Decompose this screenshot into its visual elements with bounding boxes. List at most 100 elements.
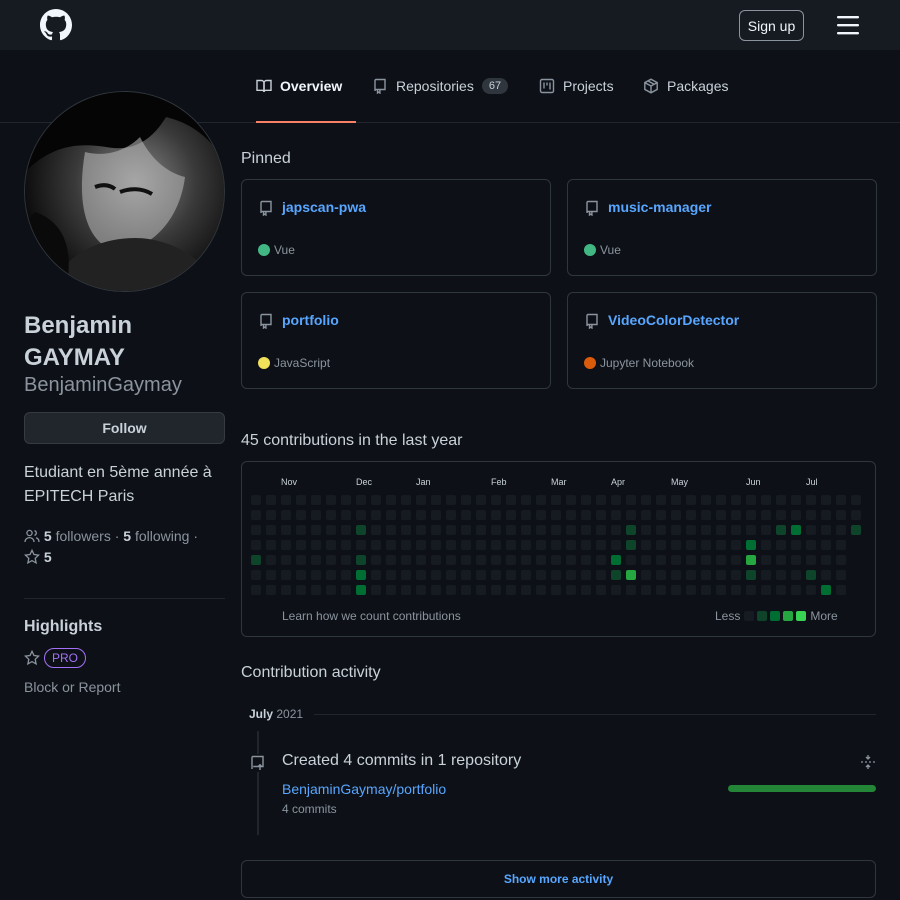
contribution-cell[interactable] — [296, 570, 306, 580]
contribution-cell[interactable] — [296, 510, 306, 520]
contribution-cell[interactable] — [821, 585, 831, 595]
contribution-cell[interactable] — [716, 510, 726, 520]
contribution-cell[interactable] — [476, 525, 486, 535]
contribution-cell[interactable] — [746, 585, 756, 595]
contribution-cell[interactable] — [461, 510, 471, 520]
contribution-cell[interactable] — [851, 495, 861, 505]
contribution-cell[interactable] — [281, 495, 291, 505]
contribution-cell[interactable] — [536, 555, 546, 565]
contribution-cell[interactable] — [566, 570, 576, 580]
contribution-cell[interactable] — [611, 510, 621, 520]
contribution-cell[interactable] — [491, 495, 501, 505]
contributions-help-link[interactable]: Learn how we count contributions — [282, 609, 461, 623]
contribution-cell[interactable] — [536, 585, 546, 595]
contribution-cell[interactable] — [611, 570, 621, 580]
contribution-cell[interactable] — [251, 525, 261, 535]
contribution-cell[interactable] — [596, 585, 606, 595]
contribution-cell[interactable] — [251, 585, 261, 595]
contribution-cell[interactable] — [836, 540, 846, 550]
contribution-cell[interactable] — [446, 555, 456, 565]
contribution-cell[interactable] — [251, 540, 261, 550]
contribution-cell[interactable] — [341, 495, 351, 505]
contribution-cell[interactable] — [611, 525, 621, 535]
contribution-cell[interactable] — [251, 510, 261, 520]
contribution-cell[interactable] — [686, 585, 696, 595]
contribution-cell[interactable] — [641, 495, 651, 505]
contribution-cell[interactable] — [716, 540, 726, 550]
contribution-cell[interactable] — [821, 510, 831, 520]
contribution-cell[interactable] — [686, 510, 696, 520]
contribution-cell[interactable] — [326, 540, 336, 550]
contribution-cell[interactable] — [806, 525, 816, 535]
tab-repositories[interactable]: Repositories 67 — [372, 50, 509, 122]
pinned-repo-name[interactable]: music-manager — [608, 199, 711, 215]
stars-link[interactable]: 5 — [23, 548, 52, 565]
contribution-cell[interactable] — [671, 510, 681, 520]
contribution-cell[interactable] — [731, 555, 741, 565]
contribution-cell[interactable] — [776, 495, 786, 505]
contribution-cell[interactable] — [776, 555, 786, 565]
contribution-cell[interactable] — [371, 555, 381, 565]
contribution-cell[interactable] — [551, 525, 561, 535]
contribution-cell[interactable] — [626, 510, 636, 520]
contribution-cell[interactable] — [686, 540, 696, 550]
contribution-cell[interactable] — [326, 495, 336, 505]
contribution-cell[interactable] — [776, 540, 786, 550]
contribution-cell[interactable] — [551, 570, 561, 580]
contribution-cell[interactable] — [686, 495, 696, 505]
contribution-cell[interactable] — [626, 540, 636, 550]
contribution-cell[interactable] — [371, 585, 381, 595]
contribution-cell[interactable] — [521, 540, 531, 550]
contribution-cell[interactable] — [836, 585, 846, 595]
contribution-cell[interactable] — [731, 510, 741, 520]
contribution-cell[interactable] — [701, 525, 711, 535]
contribution-cell[interactable] — [761, 570, 771, 580]
contribution-cell[interactable] — [491, 585, 501, 595]
contribution-cell[interactable] — [461, 585, 471, 595]
contribution-cell[interactable] — [356, 555, 366, 565]
tab-packages[interactable]: Packages — [643, 50, 728, 122]
pinned-repo-name[interactable]: VideoColorDetector — [608, 312, 739, 328]
contribution-cell[interactable] — [806, 495, 816, 505]
contribution-cell[interactable] — [581, 570, 591, 580]
activity-repo-link[interactable]: BenjaminGaymay/portfolio — [282, 781, 446, 797]
contribution-cell[interactable] — [311, 525, 321, 535]
contribution-cell[interactable] — [476, 585, 486, 595]
contribution-cell[interactable] — [311, 585, 321, 595]
contribution-cell[interactable] — [386, 525, 396, 535]
contribution-cell[interactable] — [761, 555, 771, 565]
contribution-cell[interactable] — [356, 585, 366, 595]
contribution-cell[interactable] — [371, 525, 381, 535]
contribution-cell[interactable] — [746, 570, 756, 580]
contribution-cell[interactable] — [431, 525, 441, 535]
contribution-cell[interactable] — [791, 540, 801, 550]
contribution-cell[interactable] — [401, 585, 411, 595]
contribution-cell[interactable] — [761, 540, 771, 550]
contribution-cell[interactable] — [746, 495, 756, 505]
contribution-cell[interactable] — [356, 495, 366, 505]
contribution-cell[interactable] — [731, 540, 741, 550]
contribution-cell[interactable] — [266, 540, 276, 550]
contribution-cell[interactable] — [491, 555, 501, 565]
contribution-cell[interactable] — [341, 585, 351, 595]
contribution-cell[interactable] — [596, 570, 606, 580]
contribution-cell[interactable] — [356, 540, 366, 550]
contribution-cell[interactable] — [701, 540, 711, 550]
contribution-cell[interactable] — [746, 510, 756, 520]
contribution-cell[interactable] — [416, 525, 426, 535]
contribution-cell[interactable] — [281, 555, 291, 565]
contribution-cell[interactable] — [761, 585, 771, 595]
contribution-cell[interactable] — [281, 540, 291, 550]
contribution-cell[interactable] — [656, 525, 666, 535]
contribution-cell[interactable] — [566, 525, 576, 535]
contribution-cell[interactable] — [401, 570, 411, 580]
contribution-cell[interactable] — [491, 525, 501, 535]
contribution-cell[interactable] — [431, 540, 441, 550]
contribution-cell[interactable] — [626, 525, 636, 535]
contribution-cell[interactable] — [251, 555, 261, 565]
contribution-cell[interactable] — [281, 585, 291, 595]
contribution-cell[interactable] — [671, 570, 681, 580]
contribution-cell[interactable] — [596, 510, 606, 520]
contribution-cell[interactable] — [671, 555, 681, 565]
contribution-cell[interactable] — [431, 510, 441, 520]
